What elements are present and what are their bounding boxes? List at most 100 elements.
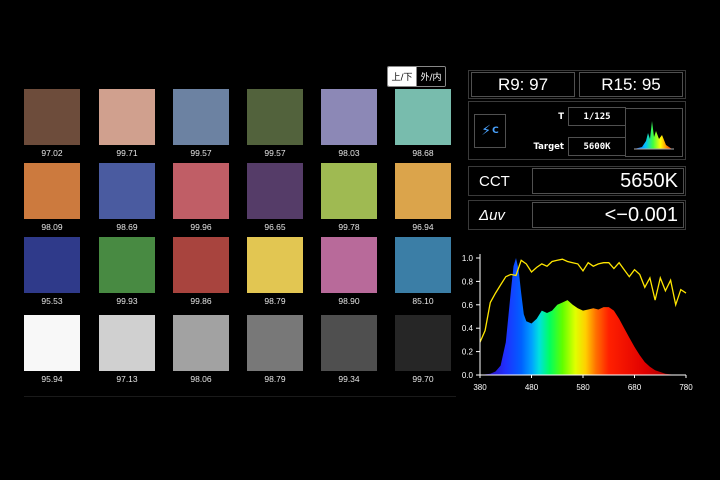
swatch-cell[interactable]: 99.96 (173, 163, 229, 232)
swatch-value: 96.65 (264, 222, 286, 232)
swatch-cell[interactable]: 98.79 (247, 237, 303, 306)
swatch-value: 99.57 (190, 148, 212, 158)
spectrum-chart: 1.0 0.8 0.6 0.4 0.2 0.0 380 480 580 680 780 (456, 242, 720, 402)
swatch-value: 98.03 (338, 148, 360, 158)
swatch-cell[interactable]: 98.69 (99, 163, 155, 232)
swatch-value: 97.02 (41, 148, 63, 158)
swatch-cell[interactable]: 99.70 (395, 315, 451, 384)
swatch-cell[interactable]: 99.93 (99, 237, 155, 306)
swatch-cell[interactable]: 99.57 (247, 89, 303, 158)
swatch-cell[interactable]: 96.65 (247, 163, 303, 232)
swatch-cell[interactable]: 99.86 (173, 237, 229, 306)
swatch-color (247, 89, 303, 145)
swatch-cell[interactable]: 98.03 (321, 89, 377, 158)
swatch-color (99, 237, 155, 293)
swatch-color (247, 315, 303, 371)
toggle-outer-inner[interactable]: 外/内 (416, 67, 445, 86)
swatch-cell[interactable]: 97.02 (24, 89, 80, 158)
swatch-color (247, 163, 303, 219)
swatch-color (321, 315, 377, 371)
swatch-cell[interactable]: 96.94 (395, 163, 451, 232)
swatch-value: 85.10 (412, 296, 434, 306)
swatch-color (395, 315, 451, 371)
swatch-color (173, 163, 229, 219)
swatch-cell[interactable]: 98.06 (173, 315, 229, 384)
shutter-value: 1/125 (568, 107, 626, 126)
swatch-cell[interactable]: 98.90 (321, 237, 377, 306)
target-label: Target (533, 141, 564, 152)
swatch-color (24, 315, 80, 371)
swatch-color (321, 89, 377, 145)
y-tick-label: 1.0 (462, 254, 474, 263)
swatch-color (24, 237, 80, 293)
swatch-value: 98.09 (41, 222, 63, 232)
swatch-color (321, 237, 377, 293)
x-tick-label: 480 (525, 383, 539, 392)
spectrum-thumbnail-icon[interactable] (625, 108, 683, 157)
duv-label: Δuv (479, 206, 505, 224)
cct-row: CCT 5650K (468, 166, 686, 196)
swatch-value: 99.57 (264, 148, 286, 158)
swatch-value: 95.53 (41, 296, 63, 306)
swatch-color (247, 237, 303, 293)
swatch-color (24, 89, 80, 145)
swatch-value: 98.90 (338, 296, 360, 306)
swatch-value: 99.96 (190, 222, 212, 232)
swatch-color (173, 89, 229, 145)
swatch-value: 99.70 (412, 374, 434, 384)
r15-value: R15: 95 (579, 72, 683, 97)
swatch-cell[interactable]: 99.71 (99, 89, 155, 158)
swatch-cell[interactable]: 95.94 (24, 315, 80, 384)
swatch-cell[interactable]: 98.68 (395, 89, 451, 158)
swatch-cell[interactable]: 99.78 (321, 163, 377, 232)
swatch-color (321, 163, 377, 219)
swatch-cell[interactable]: 98.09 (24, 163, 80, 232)
swatch-cell[interactable]: 99.34 (321, 315, 377, 384)
swatch-value: 98.06 (190, 374, 212, 384)
y-tick-label: 0.4 (462, 324, 474, 333)
x-tick-label: 680 (628, 383, 642, 392)
swatch-cell[interactable]: 98.79 (247, 315, 303, 384)
y-tick-label: 0.8 (462, 277, 474, 286)
color-checker-grid: 97.02 99.71 99.57 99.57 98.03 98.68 98.09 98.69… (24, 86, 456, 397)
swatch-color (24, 163, 80, 219)
cct-value: 5650K (532, 168, 684, 194)
swatch-color (99, 163, 155, 219)
y-tick-label: 0.2 (462, 348, 474, 357)
swatch-cell[interactable]: 97.13 (99, 315, 155, 384)
spectrum-chart-svg: 1.0 0.8 0.6 0.4 0.2 0.0 380 480 580 680 780 (462, 254, 693, 392)
flash-sync-icon[interactable]: ⚡ C (474, 114, 506, 148)
duv-value: <−0.001 (532, 202, 684, 228)
cct-label: CCT (479, 172, 510, 190)
shutter-row: T 1/125 (514, 107, 626, 126)
swatch-value: 95.94 (41, 374, 63, 384)
target-value: 5600K (568, 137, 626, 156)
swatch-color (99, 89, 155, 145)
swatch-color (173, 237, 229, 293)
mode-panel: ⚡ C T 1/125 Target 5600K (468, 101, 686, 160)
swatch-color (99, 315, 155, 371)
swatch-value: 99.93 (116, 296, 138, 306)
swatch-color (395, 89, 451, 145)
y-tick-label: 0.0 (462, 371, 474, 380)
swatch-color (395, 163, 451, 219)
spectrum-area (480, 258, 686, 375)
toggle-top-bottom[interactable]: 上/下 (388, 67, 416, 86)
swatch-cell[interactable]: 95.53 (24, 237, 80, 306)
swatch-value: 96.94 (412, 222, 434, 232)
swatch-value: 99.71 (116, 148, 138, 158)
swatch-cell[interactable]: 85.10 (395, 237, 451, 306)
swatch-color (395, 237, 451, 293)
r-values-panel: R9: 97 R15: 95 (468, 70, 686, 99)
x-tick-label: 380 (473, 383, 487, 392)
swatch-value: 99.34 (338, 374, 360, 384)
target-row: Target 5600K (514, 137, 626, 156)
view-toggle: 上/下 外/内 (387, 66, 446, 87)
swatch-color (173, 315, 229, 371)
r9-value: R9: 97 (471, 72, 575, 97)
swatch-cell[interactable]: 99.57 (173, 89, 229, 158)
swatch-value: 98.79 (264, 296, 286, 306)
x-tick-label: 580 (576, 383, 590, 392)
swatch-value: 98.79 (264, 374, 286, 384)
swatch-value: 99.86 (190, 296, 212, 306)
